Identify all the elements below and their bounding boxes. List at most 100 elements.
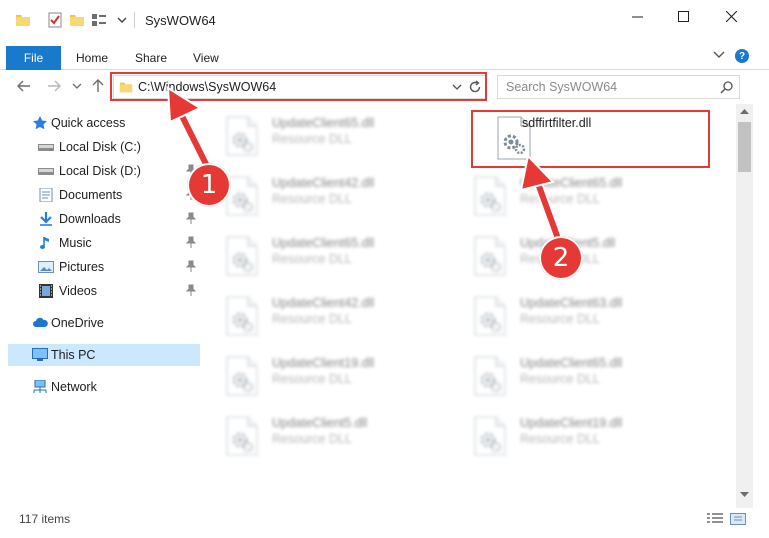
pin-icon [186, 236, 196, 248]
tab-file[interactable]: File [6, 46, 61, 70]
file-item[interactable]: UpdateClient19.dll Resource DLL [202, 348, 432, 400]
maximize-icon [677, 10, 689, 22]
nav-item-this-pc[interactable]: This PC [8, 344, 200, 366]
forward-arrow-icon[interactable] [46, 78, 62, 94]
file-type: Resource DLL [272, 372, 352, 386]
nav-label: Local Disk (C:) [59, 140, 141, 154]
help-button[interactable]: ? [735, 49, 749, 63]
pin-icon [186, 212, 196, 224]
minimize-icon [631, 16, 643, 17]
dll-file-icon [226, 116, 258, 156]
file-type: Resource DLL [272, 192, 352, 206]
network-icon [33, 380, 47, 393]
dll-file-icon [474, 356, 506, 396]
file-type: Resource DLL [272, 432, 352, 446]
dll-file-icon [474, 296, 506, 336]
nav-label: This PC [51, 348, 96, 362]
file-item[interactable]: UpdateClient19.dll Resource DLL [450, 408, 680, 460]
file-item[interactable]: UpdateClient42.dll Resource DLL [202, 288, 432, 340]
details-view-icon[interactable] [707, 513, 723, 525]
scroll-down-icon[interactable] [740, 492, 749, 498]
file-item[interactable]: UpdateClient65.dll Resource DLL [450, 348, 680, 400]
tab-home[interactable]: Home [76, 51, 108, 65]
nav-label: Network [51, 380, 97, 394]
nav-label: Quick access [51, 116, 126, 130]
dll-file-icon [474, 416, 506, 456]
file-name: UpdateClient42.dll [272, 296, 375, 310]
customize-toolbar-icon[interactable] [91, 12, 107, 28]
vertical-scrollbar[interactable] [736, 104, 753, 508]
file-name: UpdateClient65.dll [272, 236, 375, 250]
nav-item-downloads[interactable]: Downloads [8, 208, 200, 230]
nav-item-documents[interactable]: Documents [8, 184, 200, 206]
file-item[interactable]: UpdateClient65.dll Resource DLL [202, 228, 432, 280]
minimize-button[interactable] [614, 0, 660, 32]
file-item[interactable]: UpdateClient63.dll Resource DLL [450, 288, 680, 340]
close-button[interactable] [708, 0, 754, 32]
address-row: C:\Windows\SysWOW64 Search SysWOW64 [0, 70, 769, 104]
step-2-badge: 2 [539, 236, 583, 280]
folder-icon [16, 15, 30, 26]
file-name: UpdateClient5.dll [272, 416, 368, 430]
dll-file-icon [226, 236, 258, 276]
dll-file-icon [474, 236, 506, 276]
file-type: Resource DLL [520, 192, 600, 206]
scrollbar-thumb[interactable] [738, 122, 751, 172]
maximize-button[interactable] [660, 0, 706, 32]
nav-item-music[interactable]: Music [8, 232, 200, 254]
recent-locations-icon[interactable] [72, 78, 82, 94]
nav-label: Documents [59, 188, 123, 202]
nav-item-pictures[interactable]: Pictures [8, 256, 200, 278]
chevron-down-icon[interactable] [117, 12, 127, 28]
navigation-pane: Quick access Local Disk (C:) Local Disk … [0, 104, 202, 508]
dll-file-icon [226, 296, 258, 336]
star-icon [33, 116, 47, 130]
documents-icon [39, 188, 53, 202]
file-item[interactable]: UpdateClient5.dll Resource DLL [202, 408, 432, 460]
file-name: UpdateClient65.dll [272, 116, 375, 130]
nav-label: Music [59, 236, 92, 250]
nav-item-network[interactable]: Network [8, 376, 200, 398]
status-bar: 117 items [0, 508, 769, 538]
nav-item-onedrive[interactable]: OneDrive [8, 312, 200, 334]
title-bar: SysWOW64 [0, 0, 769, 40]
address-highlight-box [110, 72, 487, 101]
nav-item-local-disk-d[interactable]: Local Disk (D:) [8, 160, 200, 182]
file-type: Resource DLL [520, 372, 600, 386]
dll-file-icon [226, 356, 258, 396]
expand-ribbon-icon[interactable] [713, 50, 725, 60]
item-count: 117 items [19, 512, 71, 526]
window-title: SysWOW64 [145, 13, 216, 28]
file-type: Resource DLL [272, 252, 352, 266]
search-input[interactable]: Search SysWOW64 [497, 75, 740, 99]
file-item[interactable]: UpdateClient65.dll Resource DLL [450, 168, 680, 220]
monitor-icon [32, 348, 48, 361]
file-item[interactable]: UpdateClient42.dll Resource DLL [202, 168, 432, 220]
title-separator [134, 12, 135, 28]
new-folder-icon[interactable] [69, 12, 85, 28]
file-type: Resource DLL [520, 312, 600, 326]
nav-item-quick-access[interactable]: Quick access [8, 112, 200, 134]
search-icon[interactable] [720, 80, 734, 94]
nav-label: Downloads [59, 212, 121, 226]
nav-item-videos[interactable]: Videos [8, 280, 200, 302]
file-type: Resource DLL [272, 132, 352, 146]
scroll-up-icon[interactable] [740, 108, 749, 114]
tab-view[interactable]: View [193, 51, 219, 65]
back-arrow-icon[interactable] [16, 78, 32, 94]
up-arrow-icon[interactable] [90, 78, 106, 94]
file-type: Resource DLL [520, 432, 600, 446]
file-item[interactable]: UpdateClient65.dll Resource DLL [202, 108, 432, 160]
file-name: UpdateClient19.dll [520, 416, 623, 430]
pin-icon [186, 260, 196, 272]
close-icon [725, 10, 737, 22]
step-1-badge: 1 [187, 163, 231, 207]
large-icons-view-icon[interactable] [730, 513, 746, 525]
drive-icon [38, 168, 54, 175]
file-name: UpdateClient19.dll [272, 356, 375, 370]
file-name: UpdateClient42.dll [272, 176, 375, 190]
tab-share[interactable]: Share [135, 51, 167, 65]
properties-check-icon[interactable] [47, 12, 63, 28]
nav-label: OneDrive [51, 316, 104, 330]
nav-item-local-disk-c[interactable]: Local Disk (C:) [8, 136, 200, 158]
